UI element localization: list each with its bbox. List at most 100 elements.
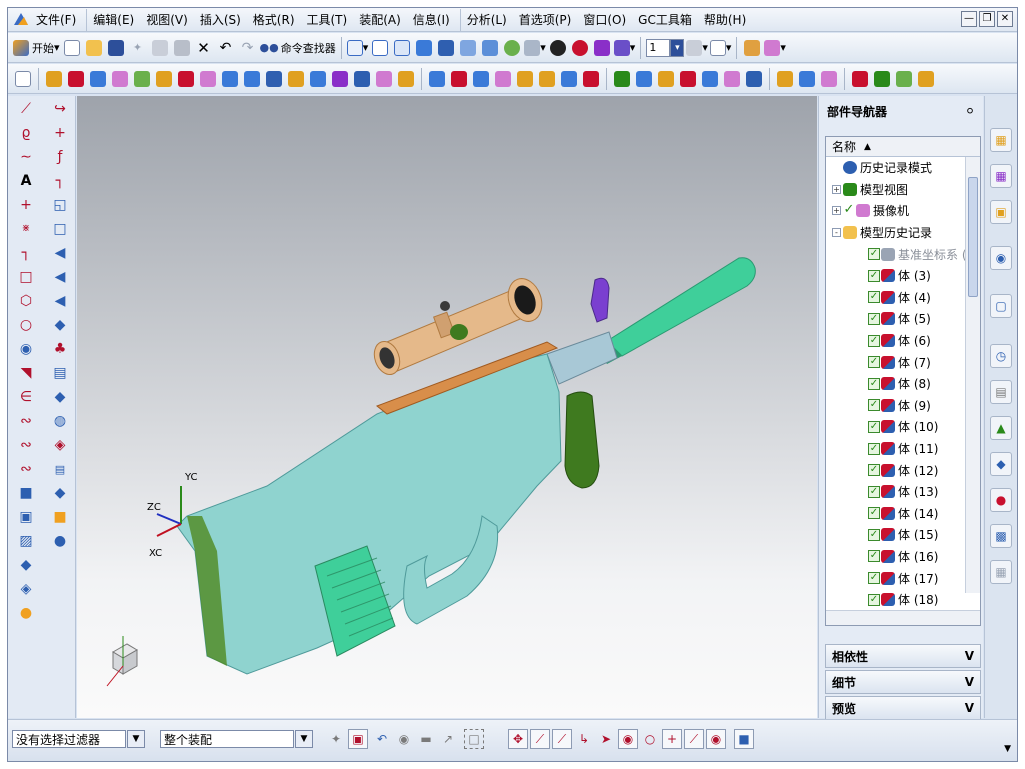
tree-row[interactable]: ✓ 体 (6)	[826, 330, 980, 352]
feature-tool-button[interactable]	[352, 68, 372, 90]
feature-tool-button[interactable]	[449, 68, 469, 90]
feature-tool-button[interactable]	[612, 68, 632, 90]
circle-icon[interactable]: ○	[16, 316, 36, 334]
snap-arc-center-button[interactable]: ➤	[596, 729, 616, 749]
snap-end-point-button[interactable]: ✥	[508, 729, 528, 749]
reuse-library-tab[interactable]: ▣	[990, 200, 1012, 224]
polygon-icon[interactable]: ⬡	[16, 292, 36, 310]
sew-icon[interactable]: ◆	[50, 388, 70, 406]
close-icon[interactable]: ✕	[997, 11, 1013, 27]
offset-surface-icon[interactable]: ▤	[50, 364, 70, 382]
fillet-curve-icon[interactable]: ┐	[16, 244, 36, 262]
dropdown-arrow-icon[interactable]: ▼	[127, 730, 145, 748]
arc-icon[interactable]: ϱ	[16, 124, 36, 142]
feature-tool-button[interactable]	[44, 68, 64, 90]
trim-curve-icon[interactable]: ◈	[16, 580, 36, 598]
dropdown-arrow-icon[interactable]: ▼	[295, 730, 313, 748]
snap-existing-point-button[interactable]: +	[662, 729, 682, 749]
analysis-icon[interactable]: ●	[50, 532, 70, 550]
tree-row[interactable]: + ✓ 摄像机	[826, 200, 980, 222]
roles-tab[interactable]: ▲	[990, 416, 1012, 440]
snap-mid-point-button[interactable]: ⟋	[530, 729, 550, 749]
feature-tool-button[interactable]	[775, 68, 795, 90]
quick-extend-icon[interactable]: ƒ	[50, 148, 70, 166]
web-browser-tab[interactable]: ◉	[990, 246, 1012, 270]
view-orient-button[interactable]: ▾	[346, 37, 368, 59]
feature-tool-button[interactable]	[427, 68, 447, 90]
feature-tool-button[interactable]	[537, 68, 557, 90]
tree-row[interactable]: - 模型历史记录	[826, 222, 980, 244]
point-icon[interactable]: +	[16, 196, 36, 214]
tree-vertical-scrollbar[interactable]	[965, 157, 980, 593]
edit-object-button[interactable]	[592, 37, 612, 59]
feature-tool-button[interactable]	[242, 68, 262, 90]
cut-button[interactable]: ✦	[128, 37, 148, 59]
visibility-checkbox[interactable]: ✓	[868, 593, 880, 606]
join-curve-icon[interactable]: ∾	[16, 436, 36, 454]
snap-tangent-button[interactable]: ○	[640, 729, 660, 749]
curve-rule-button[interactable]: ↶	[372, 729, 392, 749]
n-sided-icon[interactable]: ◀	[50, 292, 70, 310]
feature-tool-button[interactable]	[176, 68, 196, 90]
system-scenes-tab[interactable]: ▩	[990, 524, 1012, 548]
snap-point-button[interactable]: ▣	[348, 729, 368, 749]
tree-row[interactable]: ✓ 基准坐标系 (	[826, 243, 980, 265]
redo-button[interactable]: ↷	[238, 37, 258, 59]
snap-on-surface-button[interactable]: ◉	[706, 729, 726, 749]
spline-icon[interactable]: ∼	[16, 148, 36, 166]
through-curves-icon[interactable]: ◱	[50, 196, 70, 214]
graphics-viewport[interactable]: YC ZC XC	[77, 96, 817, 718]
tree-row[interactable]: ✓ 体 (3)	[826, 265, 980, 287]
tree-row[interactable]: ✓ 体 (4)	[826, 287, 980, 309]
tree-horizontal-scrollbar[interactable]	[826, 610, 980, 625]
intersect-curve-icon[interactable]: ■	[16, 484, 36, 502]
pin-icon[interactable]: ⚪	[965, 104, 975, 118]
face-rule-button[interactable]: ◉	[394, 729, 414, 749]
expand-icon[interactable]: V	[965, 649, 974, 663]
feature-tool-button[interactable]	[374, 68, 394, 90]
menu-preferences[interactable]: 首选项(P)	[513, 9, 578, 31]
section-button[interactable]	[548, 37, 568, 59]
swept-icon[interactable]: ◀	[50, 244, 70, 262]
undo-button[interactable]: ↶	[216, 37, 236, 59]
tree-row[interactable]: ✓ 体 (10)	[826, 416, 980, 438]
feature-tool-button[interactable]	[678, 68, 698, 90]
visibility-checkbox[interactable]: ✓	[868, 269, 880, 282]
minimize-icon[interactable]: —	[961, 11, 977, 27]
details-panel[interactable]: 细节 V	[825, 670, 981, 694]
ellipse-icon[interactable]: ◉	[16, 340, 36, 358]
transform-icon[interactable]: ◆	[50, 484, 70, 502]
studio-surface-icon[interactable]: ♣	[50, 340, 70, 358]
feature-tool-button[interactable]	[797, 68, 817, 90]
visibility-checkbox[interactable]: ✓	[868, 420, 880, 433]
feature-tool-button[interactable]	[581, 68, 601, 90]
show-hide-button[interactable]: ▾	[613, 37, 635, 59]
menu-edit[interactable]: 编辑(E)	[86, 8, 140, 31]
color-button[interactable]	[570, 37, 590, 59]
delete-button[interactable]: ✕	[194, 37, 214, 59]
visibility-checkbox[interactable]: ✓	[868, 507, 880, 520]
assembly-navigator-tab[interactable]: ▦	[990, 128, 1012, 152]
visibility-checkbox[interactable]: ✓	[868, 312, 880, 325]
render-button[interactable]	[502, 37, 522, 59]
light-button[interactable]: ▾	[524, 37, 546, 59]
feature-tool-button[interactable]	[110, 68, 130, 90]
pattern-button[interactable]: ▾	[764, 37, 786, 59]
dependencies-panel[interactable]: 相依性 V	[825, 644, 981, 668]
selection-scope-select[interactable]: 整个装配 ▼	[160, 730, 313, 748]
tree-row[interactable]: ✓ 体 (5)	[826, 308, 980, 330]
layout-button[interactable]	[742, 37, 762, 59]
visibility-checkbox[interactable]: ✓	[868, 377, 880, 390]
feature-rule-button[interactable]: ↗	[438, 729, 458, 749]
feature-tool-button[interactable]	[66, 68, 86, 90]
body-rule-button[interactable]: ▬	[416, 729, 436, 749]
hidden-edges-button[interactable]	[480, 37, 500, 59]
save-button[interactable]	[106, 37, 126, 59]
history-tab[interactable]: ◷	[990, 344, 1012, 368]
visibility-checkbox[interactable]: ✓	[868, 399, 880, 412]
menu-gc-toolbox[interactable]: GC工具箱	[632, 9, 698, 31]
text-icon[interactable]: A	[16, 172, 36, 190]
menu-insert[interactable]: 插入(S)	[194, 9, 247, 31]
navigator-tree[interactable]: 名称 ▲ 历史记录模式 + 模型视图 + ✓ 摄像机 - 模型历史记录 ✓ 基准坐标系 (✓ 体 (…	[825, 136, 981, 626]
extract-curve-icon[interactable]: ▨	[16, 532, 36, 550]
